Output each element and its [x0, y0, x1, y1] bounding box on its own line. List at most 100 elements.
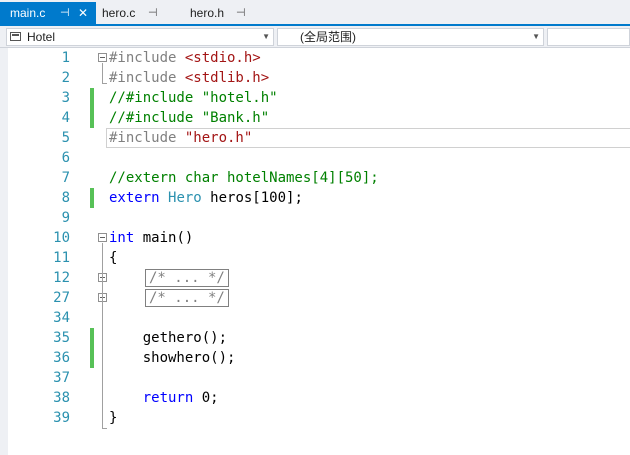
outline-guide	[102, 243, 103, 428]
line-number: 35	[53, 330, 70, 346]
line-number: 39	[53, 410, 70, 426]
line-number: 12	[53, 270, 70, 286]
code-line[interactable]: 36 showhero();	[0, 348, 630, 368]
code-text: //extern char hotelNames[4][50];	[109, 168, 379, 188]
code-text: }	[109, 408, 117, 428]
code-text: //#include "Bank.h"	[109, 108, 269, 128]
code-text: #include <stdio.h>	[109, 48, 261, 68]
code-line[interactable]: 38 return 0;	[0, 388, 630, 408]
line-number: 11	[53, 250, 70, 266]
collapsed-region[interactable]: /* ... */	[145, 269, 229, 287]
code-line[interactable]: 27 /* ... */	[0, 288, 630, 308]
line-number: 3	[61, 90, 70, 106]
code-line[interactable]: 5 #include "hero.h"	[0, 128, 630, 148]
code-token: showhero();	[109, 350, 236, 366]
code-line[interactable]: 37	[0, 368, 630, 388]
tab-hero-h[interactable]: hero.h ⊣	[186, 2, 276, 24]
code-token: //extern char hotelNames[4][50];	[109, 170, 379, 186]
line-number: 36	[53, 350, 70, 366]
code-line[interactable]: 39}	[0, 408, 630, 428]
code-token: }	[109, 410, 118, 426]
line-number: 6	[61, 150, 70, 166]
change-marker	[90, 188, 94, 208]
change-marker	[90, 348, 94, 368]
code-token: gethero();	[109, 330, 228, 346]
code-line[interactable]: 3 //#include "hotel.h"	[0, 88, 630, 108]
code-token: Hero	[168, 190, 202, 206]
pin-icon[interactable]: ⊣	[60, 2, 70, 24]
tab-label: main.c	[10, 6, 46, 20]
line-number: 37	[53, 370, 70, 386]
line-number: 34	[53, 310, 70, 326]
code-line[interactable]: 8 extern Hero heros[100];	[0, 188, 630, 208]
code-token: extern	[109, 190, 169, 206]
change-marker	[90, 108, 94, 128]
code-text: gethero();	[109, 328, 227, 348]
change-marker	[90, 88, 94, 108]
document-tab-strip: main.c ⊣ ✕ hero.c ⊣ hero.h ⊣	[0, 0, 630, 26]
chevron-down-icon: ▼	[532, 32, 540, 41]
tab-label: hero.h	[190, 6, 225, 20]
tab-hero-c[interactable]: hero.c ⊣	[96, 2, 186, 24]
pin-icon[interactable]: ⊣	[148, 2, 158, 24]
close-icon[interactable]: ✕	[78, 2, 88, 24]
tab-label: hero.c	[102, 6, 136, 20]
line-number: 7	[61, 170, 70, 186]
line-number: 10	[53, 230, 70, 246]
code-line[interactable]: 1 #include <stdio.h>	[0, 48, 630, 68]
code-text: #include <stdlib.h>	[109, 68, 269, 88]
code-line[interactable]: 12 /* ... */	[0, 268, 630, 288]
tab-main-c[interactable]: main.c ⊣ ✕	[0, 2, 96, 24]
code-line[interactable]: 10 int main()	[0, 228, 630, 248]
code-line[interactable]: 11 {	[0, 248, 630, 268]
line-number: 8	[61, 190, 70, 206]
code-token: "hero.h"	[184, 130, 253, 146]
code-token: int	[109, 230, 135, 246]
code-text: #include "hero.h"	[109, 128, 252, 148]
collapse-outline-icon[interactable]	[98, 53, 107, 62]
code-line[interactable]: 6	[0, 148, 630, 168]
member-dropdown[interactable]	[547, 28, 630, 46]
code-token: <stdio.h>	[184, 50, 261, 66]
outline-guide-end	[102, 428, 107, 429]
code-token: #include	[109, 130, 185, 146]
code-line[interactable]: 7 //extern char hotelNames[4][50];	[0, 168, 630, 188]
code-text: extern Hero heros[100];	[109, 188, 303, 208]
code-text: showhero();	[109, 348, 236, 368]
pin-icon[interactable]: ⊣	[236, 2, 246, 24]
project-icon	[10, 32, 21, 41]
project-scope-dropdown[interactable]: Hotel ▼	[6, 28, 274, 46]
outline-guide	[102, 63, 103, 83]
code-token: return	[142, 390, 194, 406]
collapse-outline-icon[interactable]	[98, 233, 107, 242]
code-token: {	[109, 250, 118, 266]
code-token: #include	[109, 70, 185, 86]
code-token: //#include "Bank.h"	[109, 110, 270, 126]
code-token: //#include "hotel.h"	[109, 90, 278, 106]
code-line[interactable]: 35 gethero();	[0, 328, 630, 348]
line-number: 4	[61, 110, 70, 126]
code-editor[interactable]: 1 #include <stdio.h> 2 #include <stdlib.h> 3…	[0, 48, 630, 455]
navigation-bar: Hotel ▼ (全局范围) ▼	[0, 26, 630, 48]
line-number: 27	[53, 290, 70, 306]
code-line[interactable]: 2 #include <stdlib.h>	[0, 68, 630, 88]
code-line[interactable]: 34	[0, 308, 630, 328]
context-scope-value: (全局范围)	[300, 30, 356, 44]
collapsed-region[interactable]: /* ... */	[145, 289, 229, 307]
change-marker	[90, 328, 94, 348]
context-scope-dropdown[interactable]: (全局范围) ▼	[277, 28, 544, 46]
line-number: 1	[61, 50, 70, 66]
line-number: 2	[61, 70, 70, 86]
code-line[interactable]: 4 //#include "Bank.h"	[0, 108, 630, 128]
code-token: 0;	[193, 390, 219, 406]
code-text: {	[109, 248, 117, 268]
chevron-down-icon: ▼	[262, 32, 270, 41]
code-line[interactable]: 9	[0, 208, 630, 228]
code-text: int main()	[109, 228, 193, 248]
code-text: //#include "hotel.h"	[109, 88, 278, 108]
project-scope-value: Hotel	[27, 30, 56, 44]
line-number: 38	[53, 390, 70, 406]
code-token: main()	[134, 230, 194, 246]
code-token: heros[100];	[201, 190, 303, 206]
